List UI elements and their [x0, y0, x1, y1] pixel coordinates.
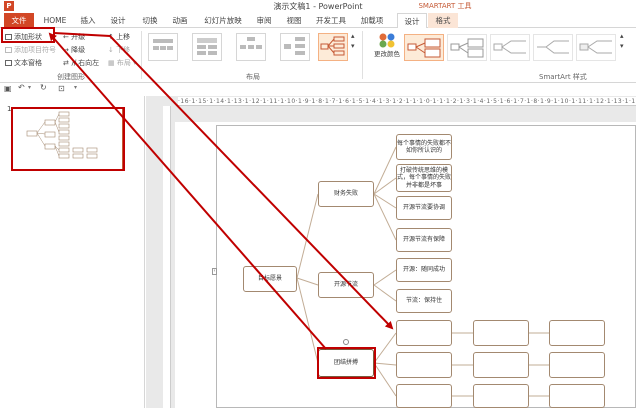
smartart-node-empty[interactable]	[396, 320, 452, 346]
smartart-node-finance-4[interactable]: 开源节流有保障	[396, 228, 452, 252]
smartart-node-empty[interactable]	[396, 384, 452, 408]
smartart-node-empty[interactable]	[549, 384, 605, 408]
smartart-node-finance[interactable]: 财务失败	[318, 181, 374, 207]
smartart-node-open-2[interactable]: 节流：保持住	[396, 289, 452, 313]
smartart-node-empty[interactable]	[549, 352, 605, 378]
smartart-node-empty[interactable]	[396, 352, 452, 378]
smartart-node-empty[interactable]	[473, 384, 529, 408]
smartart-node-finance-1[interactable]: 每个事情的失败都不如你所认识的	[396, 134, 452, 160]
smartart-node-open-source[interactable]: 开源节流	[318, 272, 374, 298]
smartart-node-empty[interactable]	[473, 352, 529, 378]
smartart-node-empty[interactable]	[549, 320, 605, 346]
smartart-node-empty[interactable]	[473, 320, 529, 346]
smartart-node-open-1[interactable]: 开源：随同成功	[396, 258, 452, 282]
smartart-node-finance-3[interactable]: 开源节流要协调	[396, 196, 452, 220]
smartart-node-finance-2[interactable]: 打破传统思维的模式，每个事情的失败并非都是坏事	[396, 164, 452, 192]
rotate-handle-icon[interactable]	[343, 339, 349, 345]
smartart-node-teamwork-selected[interactable]: 团结拼搏	[318, 349, 374, 377]
smartart-node-root[interactable]: 目标愿景	[243, 266, 297, 292]
